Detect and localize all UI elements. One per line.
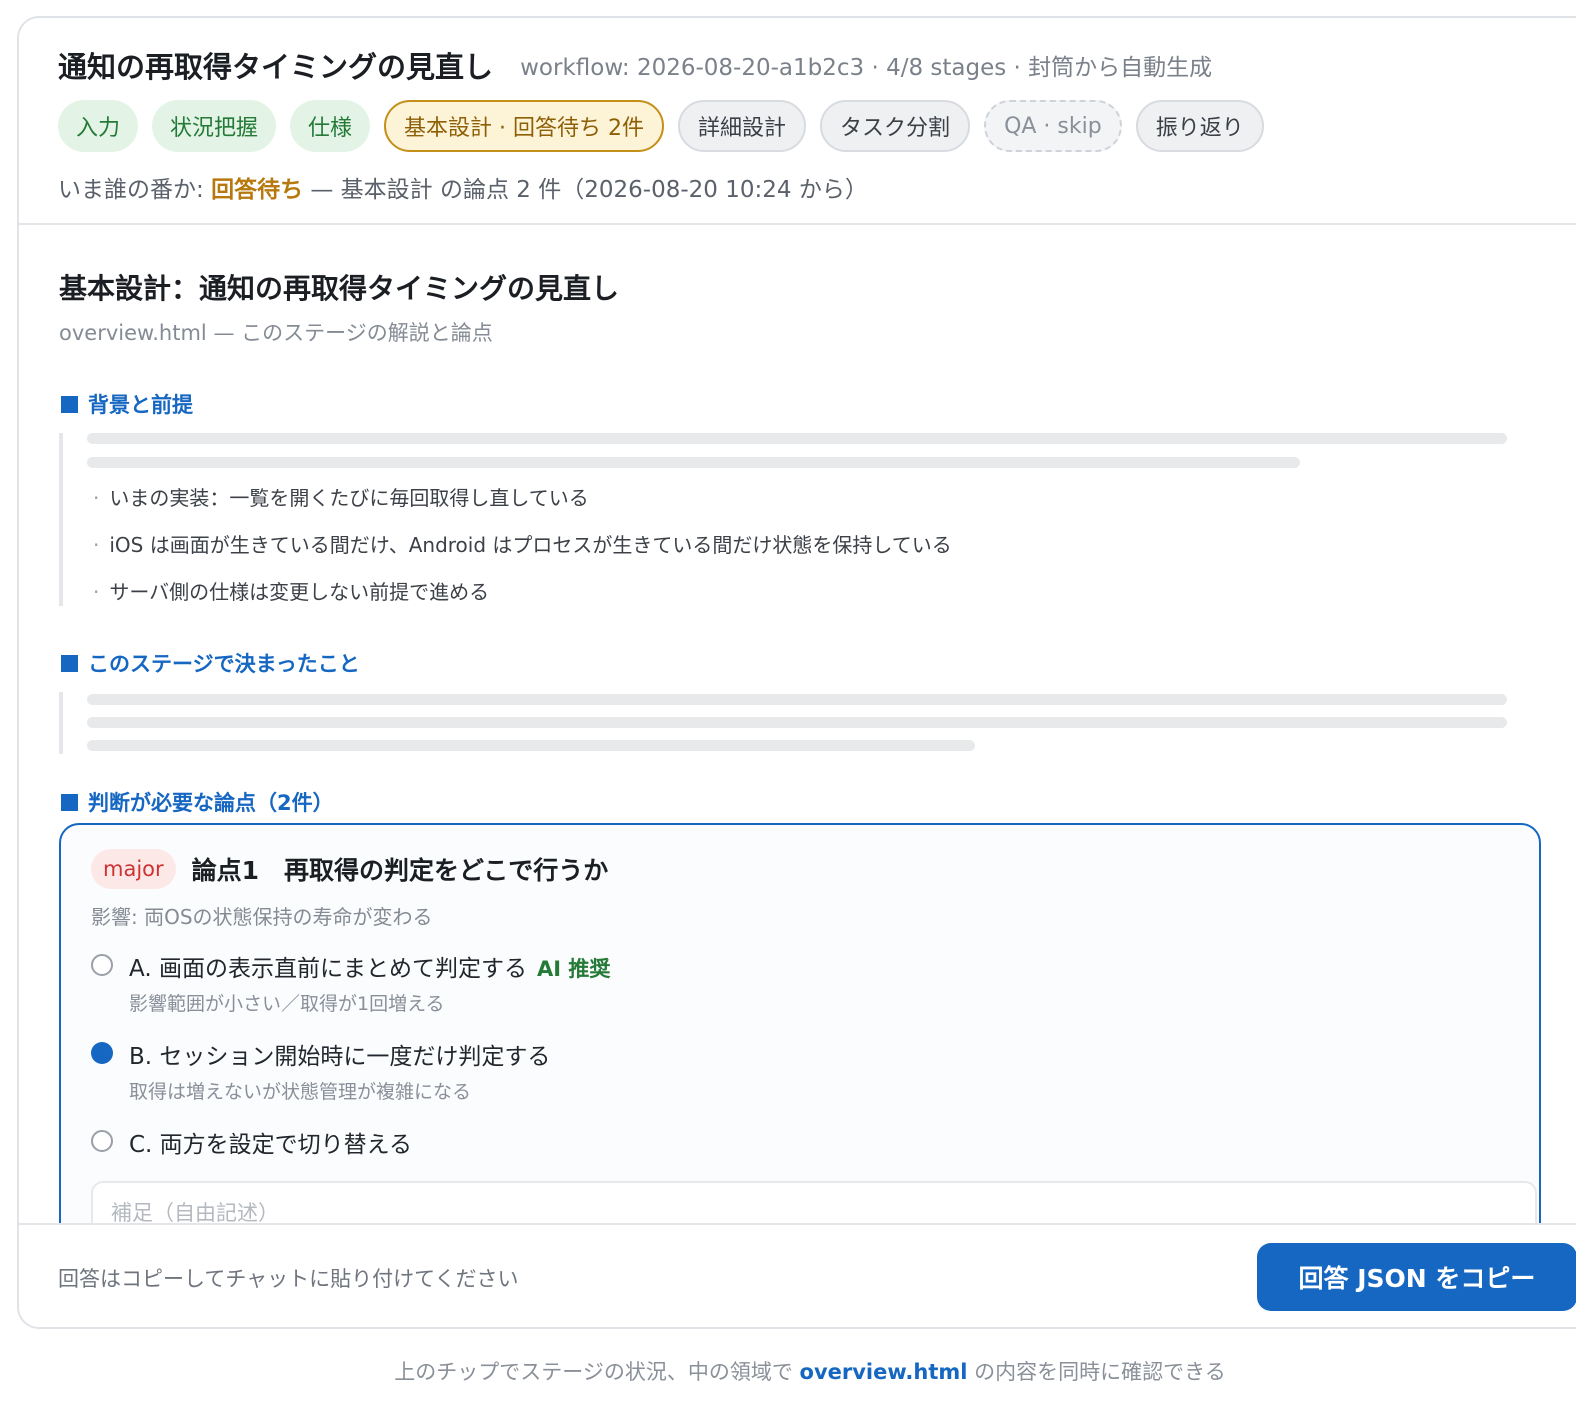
stage-subtitle: overview.html — このステージの解説と論点 — [59, 321, 493, 345]
turn-status: いま誰の番か: 回答待ち — 基本設計 の論点 2 件（2026-08-20 1… — [58, 170, 868, 204]
option-note: 取得は増えないが状態管理が複雑になる — [129, 1081, 472, 1103]
stage-title: 基本設計：通知の再取得タイミングの見直し — [59, 272, 620, 305]
caption-after: の内容を同時に確認できる — [967, 1360, 1226, 1384]
severity-badge: major — [91, 849, 176, 889]
option-note: 影響範囲が小さい／取得が1回増える — [129, 993, 445, 1015]
placeholder-line — [87, 717, 1507, 728]
stage-chip-task-split[interactable]: タスク分割 — [820, 100, 971, 152]
issue-card: major 論点1 再取得の判定をどこで行うか 影響: 両OSの状態保持の寿命が… — [59, 823, 1541, 1223]
overview-content[interactable]: 基本設計：通知の再取得タイミングの見直し overview.html — このス… — [19, 227, 1576, 1223]
issue-impact: 影響: 両OSの状態保持の寿命が変わる — [91, 905, 433, 929]
placeholder-line — [87, 457, 1300, 468]
stage-chip-basic-design[interactable]: 基本設計 · 回答待ち 2件 — [384, 100, 665, 152]
list-item: · iOS は画面が生きている間だけ、Android はプロセスが生きている間だけ… — [93, 533, 952, 557]
issue-header: major 論点1 再取得の判定をどこで行うか — [91, 849, 608, 889]
placeholder-line — [87, 433, 1507, 444]
option-label: A. 画面の表示直前にまとめて判定する AI 推奨 — [129, 956, 611, 982]
workflow-meta: workflow: 2026-08-20-a1b2c3 · 4/8 stages… — [520, 55, 1213, 81]
turn-prefix: いま誰の番か: — [58, 177, 212, 203]
list-item: · いまの実装：一覧を開くたびに毎回取得し直している — [93, 486, 589, 510]
radio-checked-icon[interactable] — [91, 1042, 113, 1064]
option-b[interactable]: B. セッション開始時に一度だけ判定する 取得は増えないが状態管理が複雑になる — [91, 1037, 550, 1104]
stage-chips: 入力 状況把握 仕様 基本設計 · 回答待ち 2件 詳細設計 タスク分割 QA … — [58, 100, 1264, 152]
title-row: 通知の再取得タイミングの見直し workflow: 2026-08-20-a1b… — [58, 44, 1212, 86]
radio-unchecked-icon[interactable] — [91, 954, 113, 976]
stage-chip-qa[interactable]: QA · skip — [984, 100, 1122, 152]
section-heading-background: 背景と前提 — [61, 389, 193, 419]
option-label: B. セッション開始時に一度だけ判定する — [129, 1044, 551, 1070]
background-bullets: · いまの実装：一覧を開くたびに毎回取得し直している · iOS は画面が生きている… — [87, 482, 1509, 606]
list-item: · サーバ側の仕様は変更しない前提で進める — [93, 580, 490, 604]
stage-chip-detail-design[interactable]: 詳細設計 — [678, 100, 807, 152]
caption-link[interactable]: overview.html — [800, 1360, 968, 1384]
radio-unchecked-icon[interactable] — [91, 1130, 113, 1152]
background-block: · いまの実装：一覧を開くたびに毎回取得し直している · iOS は画面が生きている… — [59, 433, 1509, 606]
workflow-card: 通知の再取得タイミングの見直し workflow: 2026-08-20-a1b… — [17, 16, 1576, 1329]
section-marker-icon — [61, 654, 78, 672]
placeholder-line — [87, 740, 975, 751]
ai-recommend-tag: AI 推奨 — [536, 957, 611, 981]
option-label: C. 両方を設定で切り替える — [129, 1132, 412, 1158]
workflow-header: 通知の再取得タイミングの見直し workflow: 2026-08-20-a1b… — [19, 18, 1576, 225]
supplement-textarea[interactable]: 補足（自由記述） — [91, 1181, 1537, 1223]
section-marker-icon — [61, 395, 78, 413]
section-heading-label: 背景と前提 — [88, 393, 193, 417]
stage-chip-retro[interactable]: 振り返り — [1135, 100, 1264, 152]
section-heading-decided: このステージで決まったこと — [61, 648, 360, 678]
turn-status-highlight: 回答待ち — [211, 177, 304, 203]
section-heading-label: 判断が必要な論点（2件） — [88, 791, 334, 815]
stage-chip-spec[interactable]: 仕様 — [290, 100, 371, 152]
copy-json-button[interactable]: 回答 JSON をコピー — [1257, 1243, 1576, 1311]
caption-before: 上のチップでステージの状況、中の領域で — [394, 1360, 800, 1384]
stage-chip-situation[interactable]: 状況把握 — [152, 100, 277, 152]
option-c[interactable]: C. 両方を設定で切り替える — [91, 1125, 412, 1159]
section-heading-label: このステージで決まったこと — [88, 652, 360, 676]
section-marker-icon — [61, 793, 78, 811]
decided-block — [59, 692, 1509, 754]
issue-title: 論点1 再取得の判定をどこで行うか — [191, 856, 609, 885]
footer-hint: 回答はコピーしてチャットに貼り付けてください — [58, 1267, 519, 1291]
workflow-title: 通知の再取得タイミングの見直し — [58, 50, 494, 84]
placeholder-line — [87, 694, 1507, 705]
caption: 上のチップでステージの状況、中の領域で overview.html の内容を同時… — [0, 1356, 1576, 1386]
turn-detail: — 基本設計 の論点 2 件（2026-08-20 10:24 から） — [303, 177, 868, 203]
stage-chip-input[interactable]: 入力 — [58, 100, 139, 152]
section-heading-issues: 判断が必要な論点（2件） — [61, 787, 334, 817]
option-a[interactable]: A. 画面の表示直前にまとめて判定する AI 推奨 影響範囲が小さい／取得が1回増… — [91, 949, 610, 1016]
answer-footer: 回答はコピーしてチャットに貼り付けてください 回答 JSON をコピー — [19, 1223, 1576, 1327]
